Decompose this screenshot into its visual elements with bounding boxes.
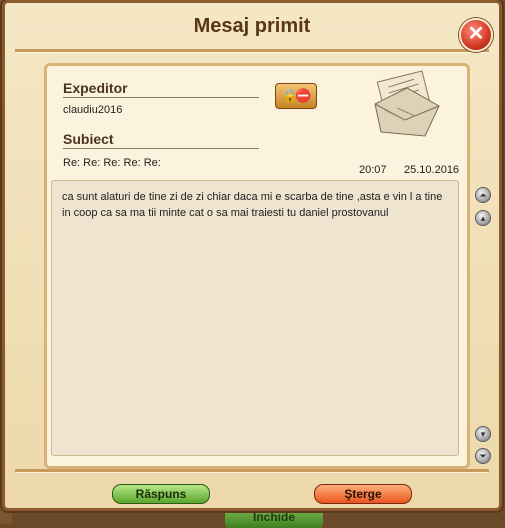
background-close-button[interactable]: Inchide (225, 508, 323, 528)
scroll-top-icon[interactable]: ⏶ (475, 187, 491, 203)
message-window: Mesaj primit ✕ Expeditor claudiu2016 🔒 ⛔… (2, 0, 502, 511)
sender-value[interactable]: claudiu2016 (63, 104, 122, 116)
reply-button[interactable]: Răspuns (112, 484, 210, 504)
title-divider (15, 49, 489, 53)
message-body-box[interactable]: ca sunt alaturi de tine zi de zi chiar d… (51, 180, 459, 456)
message-date: 25.10.2016 (404, 164, 460, 176)
close-icon[interactable]: ✕ (459, 18, 493, 52)
subject-value: Re: Re: Re: Re: Re: (63, 157, 161, 169)
message-header: Expeditor claudiu2016 🔒 ⛔ Subiect Re: Re… (47, 66, 467, 179)
scroll-down-icon[interactable]: ▾ (475, 426, 491, 442)
window-title: Mesaj primit (193, 15, 311, 37)
contact-actions-button[interactable]: 🔒 ⛔ (275, 83, 317, 109)
message-time: 20:07 (359, 164, 387, 176)
subject-rule (63, 148, 259, 149)
sender-label: Expeditor (63, 80, 128, 96)
scroll-up-icon[interactable]: ▴ (475, 210, 491, 226)
envelope-letter-icon (374, 70, 440, 137)
message-body: ca sunt alaturi de tine zi de zi chiar d… (62, 191, 443, 219)
block-icon: ⛔ (295, 88, 312, 103)
subject-label: Subiect (63, 131, 114, 147)
footer-divider (15, 469, 489, 473)
scroll-bottom-icon[interactable]: ⏷ (475, 448, 491, 464)
delete-button[interactable]: Şterge (314, 484, 412, 504)
sender-rule (63, 97, 259, 98)
message-card: Expeditor claudiu2016 🔒 ⛔ Subiect Re: Re… (44, 63, 470, 469)
